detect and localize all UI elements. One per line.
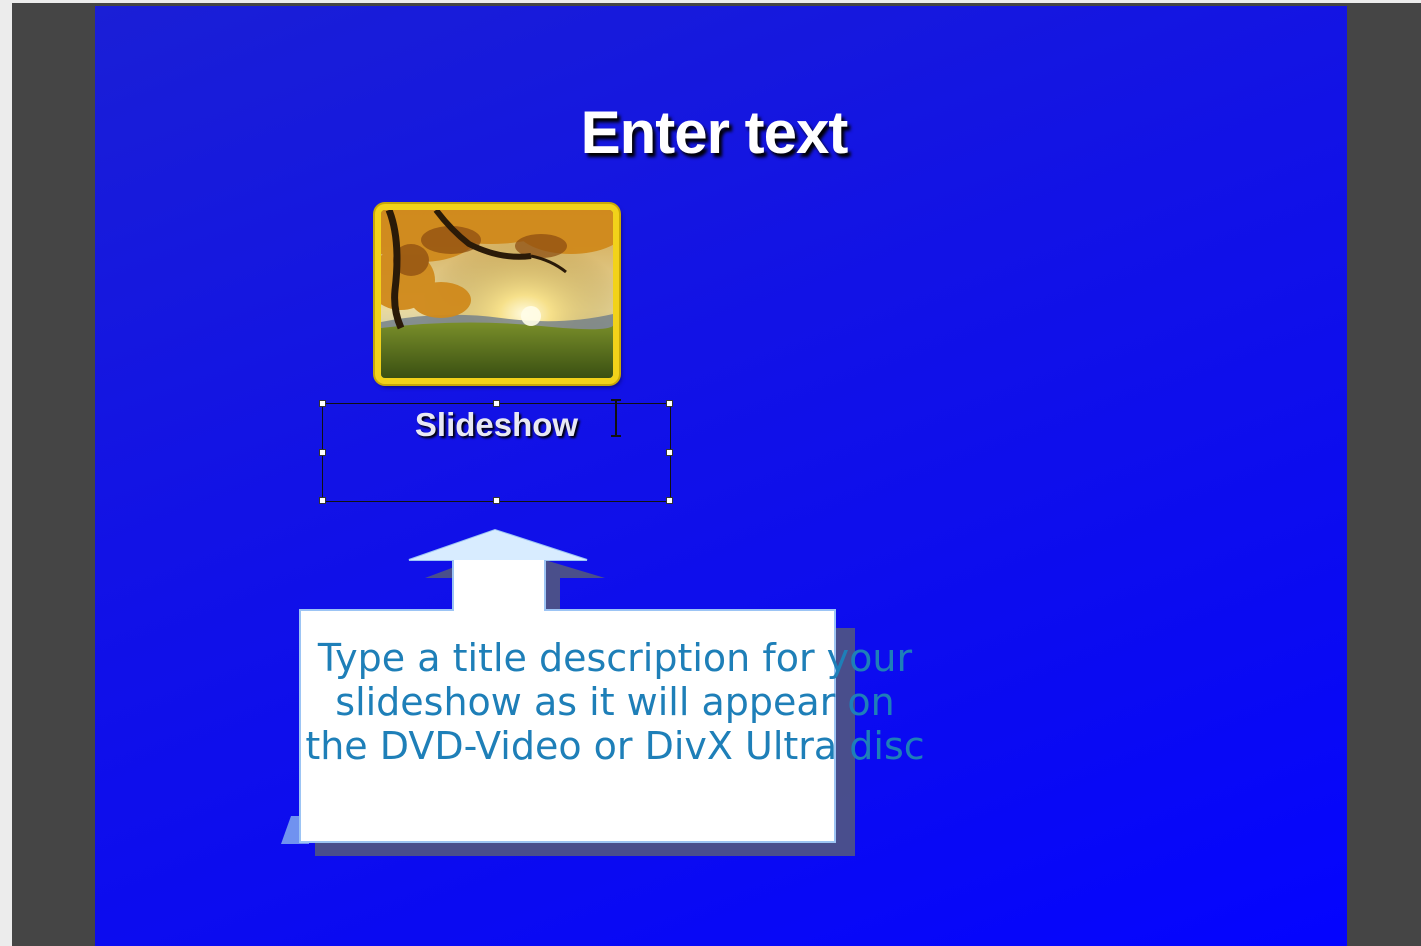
resize-handle-bottom[interactable] xyxy=(493,497,500,504)
menu-preview-canvas[interactable]: Enter text Slideshow Type a title descri… xyxy=(95,6,1347,946)
help-callout: Type a title description for your slides… xyxy=(185,526,925,856)
slideshow-thumbnail-button[interactable] xyxy=(375,204,619,384)
autumn-tree-photo-icon xyxy=(381,210,613,378)
resize-handle-left[interactable] xyxy=(319,449,326,456)
help-callout-text: Type a title description for your slides… xyxy=(305,636,925,768)
resize-handle-right[interactable] xyxy=(666,449,673,456)
resize-handle-bottom-left[interactable] xyxy=(319,497,326,504)
menu-title[interactable]: Enter text xyxy=(95,98,1347,167)
text-ibeam-cursor-icon xyxy=(611,399,621,437)
menu-title-text[interactable]: Enter text xyxy=(581,99,849,166)
resize-handle-bottom-right[interactable] xyxy=(666,497,673,504)
